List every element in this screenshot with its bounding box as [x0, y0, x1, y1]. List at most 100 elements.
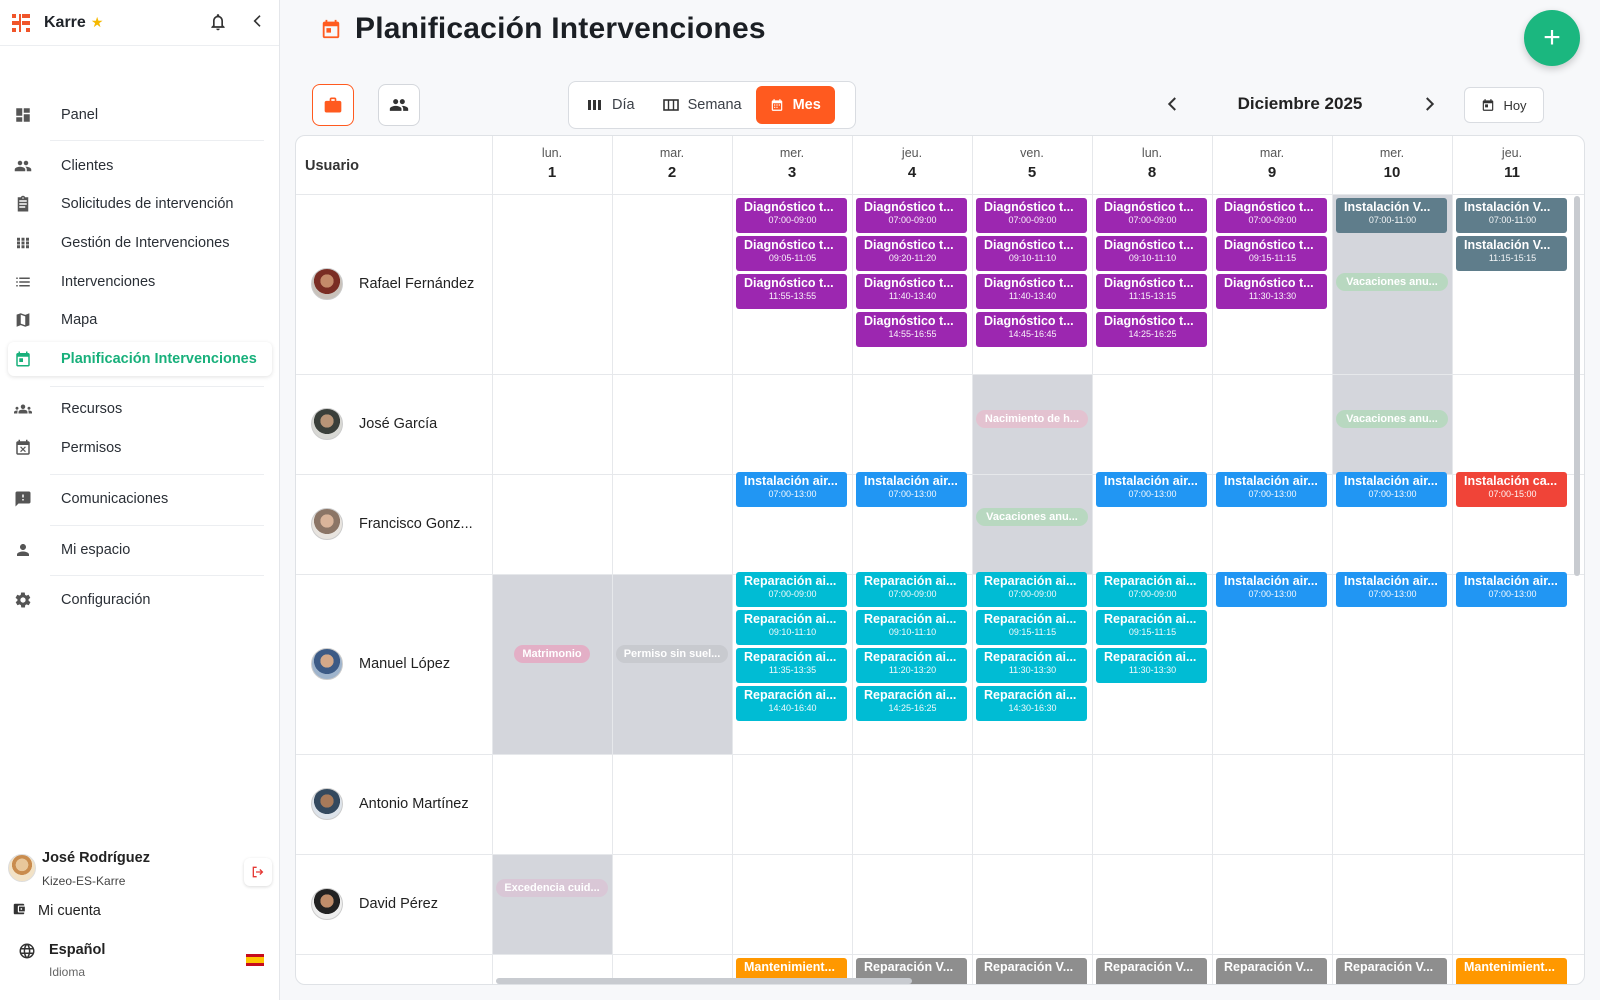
- event-card[interactable]: Diagnóstico t... 07:00-09:00: [736, 198, 847, 233]
- user-row[interactable]: José García: [311, 408, 437, 440]
- user-row[interactable]: David Pérez: [311, 888, 438, 920]
- day-header[interactable]: lun. 8: [1092, 146, 1212, 181]
- event-card[interactable]: Diagnóstico t... 11:30-13:30: [1216, 274, 1327, 309]
- sidebar-item-configuracion[interactable]: Configuración: [8, 583, 272, 617]
- event-card[interactable]: Instalación air... 07:00-13:00: [1336, 572, 1447, 607]
- day-header[interactable]: mar. 9: [1212, 146, 1332, 181]
- user-row[interactable]: Rafael Fernández: [311, 268, 474, 300]
- event-card[interactable]: Reparación ai... 11:30-13:30: [976, 648, 1087, 683]
- star-icon[interactable]: ★: [91, 14, 104, 31]
- event-card[interactable]: Reparación ai... 07:00-09:00: [976, 572, 1087, 607]
- event-card[interactable]: Reparación ai... 11:30-13:30: [1096, 648, 1207, 683]
- chevron-right-icon[interactable]: [1420, 95, 1438, 118]
- event-card[interactable]: Reparación ai... 14:40-16:40: [736, 686, 847, 721]
- absence-pill[interactable]: Vacaciones anu...: [1336, 273, 1448, 291]
- sidebar-item-solicitudes[interactable]: Solicitudes de intervención: [8, 187, 272, 221]
- absence-pill[interactable]: Matrimonio: [514, 645, 590, 663]
- event-card[interactable]: Instalación air... 07:00-13:00: [1456, 572, 1567, 607]
- event-card[interactable]: Instalación V... 07:00-11:00: [1336, 198, 1447, 233]
- user-avatar[interactable]: [8, 854, 36, 882]
- chevron-left-icon[interactable]: [1164, 95, 1182, 118]
- event-card[interactable]: Instalación air... 07:00-13:00: [1336, 472, 1447, 507]
- globe-icon[interactable]: [18, 942, 36, 960]
- event-card[interactable]: Reparación ai... 09:15-11:15: [1096, 610, 1207, 645]
- event-card[interactable]: Reparación ai... 07:00-09:00: [856, 572, 967, 607]
- event-card[interactable]: Reparación V...: [1216, 958, 1327, 984]
- absence-pill[interactable]: Vacaciones anu...: [1336, 410, 1448, 428]
- sidebar-item-mi-espacio[interactable]: Mi espacio: [8, 533, 272, 567]
- day-header[interactable]: mer. 3: [732, 146, 852, 181]
- event-card[interactable]: Diagnóstico t... 14:25-16:25: [1096, 312, 1207, 347]
- absence-pill[interactable]: Vacaciones anu...: [976, 508, 1088, 526]
- view-month-button[interactable]: Mes: [755, 86, 835, 124]
- event-card[interactable]: Diagnóstico t... 09:20-11:20: [856, 236, 967, 271]
- event-card[interactable]: Diagnóstico t... 09:10-11:10: [1096, 236, 1207, 271]
- sidebar-item-mapa[interactable]: Mapa: [8, 303, 272, 337]
- sidebar-item-permisos[interactable]: Permisos: [8, 431, 272, 465]
- event-card[interactable]: Diagnóstico t... 11:40-13:40: [976, 274, 1087, 309]
- sidebar-item-recursos[interactable]: Recursos: [8, 392, 272, 426]
- day-header[interactable]: mar. 2: [612, 146, 732, 181]
- event-card[interactable]: Instalación V... 07:00-11:00: [1456, 198, 1567, 233]
- event-card[interactable]: Diagnóstico t... 11:40-13:40: [856, 274, 967, 309]
- event-card[interactable]: Reparación ai... 07:00-09:00: [736, 572, 847, 607]
- sidebar-item-gestion[interactable]: Gestión de Intervenciones: [8, 226, 272, 260]
- add-button[interactable]: +: [1524, 10, 1580, 66]
- event-card[interactable]: Instalación ca... 07:00-15:00: [1456, 472, 1567, 507]
- absence-pill[interactable]: Nacimiento de h...: [976, 410, 1088, 428]
- event-card[interactable]: Reparación ai... 09:15-11:15: [976, 610, 1087, 645]
- user-row[interactable]: Francisco Gonz...: [311, 508, 473, 540]
- horizontal-scrollbar[interactable]: [496, 978, 912, 984]
- day-header[interactable]: jeu. 11: [1452, 146, 1572, 181]
- sidebar-item-intervenciones[interactable]: Intervenciones: [8, 265, 272, 299]
- event-card[interactable]: Diagnóstico t... 09:10-11:10: [976, 236, 1087, 271]
- sidebar-item-planificacion[interactable]: Planificación Intervenciones: [8, 342, 272, 376]
- event-card[interactable]: Reparación ai... 14:30-16:30: [976, 686, 1087, 721]
- event-card[interactable]: Reparación ai... 14:25-16:25: [856, 686, 967, 721]
- event-card[interactable]: Instalación air... 07:00-13:00: [736, 472, 847, 507]
- day-header[interactable]: mer. 10: [1332, 146, 1452, 181]
- event-card[interactable]: Mantenimient...: [1456, 958, 1567, 984]
- event-card[interactable]: Reparación V...: [1336, 958, 1447, 984]
- my-account-link[interactable]: Mi cuenta: [12, 902, 101, 920]
- event-card[interactable]: Reparación ai... 09:10-11:10: [736, 610, 847, 645]
- event-card[interactable]: Reparación ai... 09:10-11:10: [856, 610, 967, 645]
- event-card[interactable]: Diagnóstico t... 11:55-13:55: [736, 274, 847, 309]
- event-card[interactable]: Instalación air... 07:00-13:00: [1216, 572, 1327, 607]
- sidebar-item-panel[interactable]: Panel: [8, 98, 272, 132]
- view-day-button[interactable]: Día: [573, 86, 649, 124]
- event-card[interactable]: Diagnóstico t... 07:00-09:00: [1216, 198, 1327, 233]
- event-card[interactable]: Reparación V...: [1096, 958, 1207, 984]
- today-button[interactable]: Hoy: [1464, 87, 1544, 123]
- event-card[interactable]: Instalación air... 07:00-13:00: [856, 472, 967, 507]
- vertical-scrollbar[interactable]: [1574, 196, 1580, 576]
- event-card[interactable]: Instalación V... 11:15-15:15: [1456, 236, 1567, 271]
- logout-button[interactable]: [244, 858, 272, 886]
- chevron-left-icon[interactable]: [250, 13, 266, 34]
- sidebar-item-comunicaciones[interactable]: Comunicaciones: [8, 482, 272, 516]
- event-card[interactable]: Diagnóstico t... 14:55-16:55: [856, 312, 967, 347]
- day-header[interactable]: ven. 5: [972, 146, 1092, 181]
- language-name[interactable]: Español: [49, 942, 105, 958]
- absence-pill[interactable]: Excedencia cuid...: [496, 879, 608, 897]
- event-card[interactable]: Diagnóstico t... 14:45-16:45: [976, 312, 1087, 347]
- event-card[interactable]: Reparación ai... 11:20-13:20: [856, 648, 967, 683]
- bell-icon[interactable]: [208, 12, 228, 37]
- user-row[interactable]: Antonio Martínez: [311, 788, 469, 820]
- event-card[interactable]: Diagnóstico t... 09:05-11:05: [736, 236, 847, 271]
- event-card[interactable]: Diagnóstico t... 07:00-09:00: [856, 198, 967, 233]
- event-card[interactable]: Instalación air... 07:00-13:00: [1216, 472, 1327, 507]
- sidebar-item-clientes[interactable]: Clientes: [8, 149, 272, 183]
- event-card[interactable]: Reparación V...: [976, 958, 1087, 984]
- view-week-button[interactable]: Semana: [649, 86, 756, 124]
- event-card[interactable]: Diagnóstico t... 09:15-11:15: [1216, 236, 1327, 271]
- event-card[interactable]: Diagnóstico t... 11:15-13:15: [1096, 274, 1207, 309]
- event-card[interactable]: Diagnóstico t... 07:00-09:00: [976, 198, 1087, 233]
- event-card[interactable]: Reparación ai... 11:35-13:35: [736, 648, 847, 683]
- event-card[interactable]: Reparación ai... 07:00-09:00: [1096, 572, 1207, 607]
- day-header[interactable]: jeu. 4: [852, 146, 972, 181]
- users-view-button[interactable]: [378, 84, 420, 126]
- user-row[interactable]: Manuel López: [311, 648, 450, 680]
- day-header[interactable]: lun. 1: [492, 146, 612, 181]
- event-card[interactable]: Instalación air... 07:00-13:00: [1096, 472, 1207, 507]
